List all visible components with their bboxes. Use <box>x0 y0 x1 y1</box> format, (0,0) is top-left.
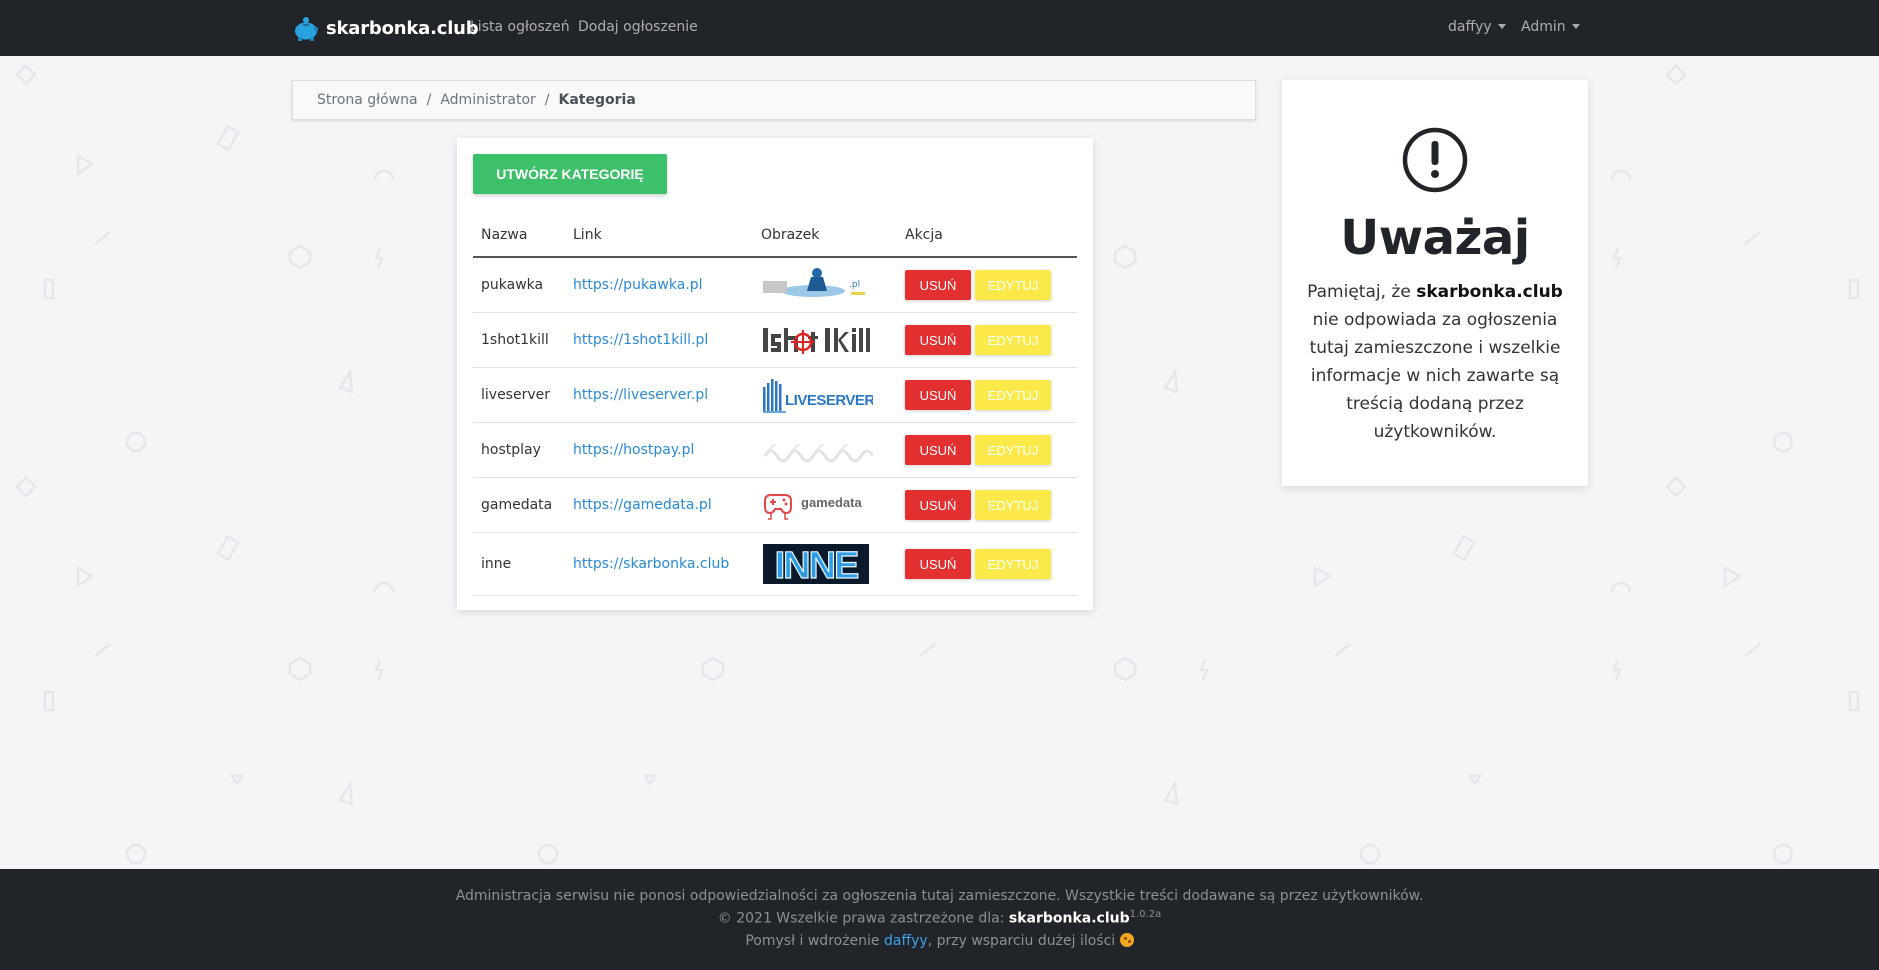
category-name: gamedata <box>473 477 565 533</box>
brand-link[interactable]: skarbonka.club <box>292 14 479 42</box>
category-name: inne <box>473 532 565 596</box>
warning-text: Pamiętaj, że skarbonka.club nie odpowiad… <box>1306 278 1564 446</box>
breadcrumb-separator: / <box>426 92 432 108</box>
warning-text-after: nie odpowiada za ogłoszenia tutaj zamies… <box>1309 310 1561 442</box>
col-name: Nazwa <box>473 214 565 258</box>
gamedata-logo: gamedata <box>764 494 862 520</box>
footer-author-link[interactable]: daffyy <box>884 933 928 949</box>
admin-dropdown[interactable]: Admin <box>1521 19 1580 35</box>
breadcrumb-home[interactable]: Strona główna <box>317 92 418 108</box>
delete-button[interactable]: USUŃ <box>905 435 971 465</box>
cookie-icon <box>1119 933 1134 947</box>
user-name: daffyy <box>1448 19 1492 35</box>
edit-button[interactable]: EDYTUJ <box>975 490 1051 520</box>
col-link: Link <box>565 214 753 258</box>
edit-button[interactable]: EDYTUJ <box>975 380 1051 410</box>
breadcrumb-current: Kategoria <box>558 92 636 108</box>
delete-button[interactable]: USUŃ <box>905 490 971 520</box>
inne-logo: INNE <box>763 544 869 588</box>
footer-credits: Pomysł i wdrożenie daffyy, przy wsparciu… <box>0 933 1879 949</box>
top-navbar: skarbonka.club Lista ogłoszeń Dodaj ogło… <box>0 0 1879 56</box>
delete-button[interactable]: USUŃ <box>905 270 971 300</box>
table-header-row: Nazwa Link Obrazek Akcja <box>473 214 1077 258</box>
breadcrumb: Strona główna / Administrator / Kategori… <box>292 80 1256 120</box>
footer-credits-prefix: Pomysł i wdrożenie <box>745 933 884 949</box>
category-link[interactable]: https://liveserver.pl <box>573 387 708 403</box>
footer-copyright: © 2021 Wszelkie prawa zastrzeżone dla: s… <box>0 909 1879 927</box>
delete-button[interactable]: USUŃ <box>905 549 971 579</box>
edit-button[interactable]: EDYTUJ <box>975 435 1051 465</box>
edit-button[interactable]: EDYTUJ <box>975 270 1051 300</box>
category-link[interactable]: https://gamedata.pl <box>573 497 712 513</box>
svg-text:INNE: INNE <box>775 545 858 587</box>
category-link[interactable]: https://1shot1kill.pl <box>573 332 708 348</box>
nav-add-ad[interactable]: Dodaj ogłoszenie <box>578 19 698 35</box>
footer-brand: skarbonka.club <box>1008 910 1130 927</box>
category-link[interactable]: https://skarbonka.club <box>573 556 729 572</box>
warning-brand: skarbonka.club <box>1416 282 1563 302</box>
category-name: liveserver <box>473 367 565 423</box>
table-row: 1shot1kill https://1shot1kill.pl USUŃ ED… <box>473 312 1077 368</box>
create-category-button[interactable]: UTWÓRZ KATEGORIĘ <box>473 154 667 194</box>
edit-button[interactable]: EDYTUJ <box>975 325 1051 355</box>
brand-name: skarbonka.club <box>326 17 479 39</box>
svg-text:gamedata: gamedata <box>801 495 862 510</box>
category-table: Nazwa Link Obrazek Akcja pukawka https:/… <box>473 214 1077 596</box>
footer-version: 1.0.2a <box>1129 909 1162 920</box>
piggy-bank-icon <box>295 17 319 41</box>
caret-down-icon <box>1497 24 1506 29</box>
category-name: hostplay <box>473 422 565 478</box>
1shot1kill-logo <box>763 328 870 354</box>
table-row: inne https://skarbonka.club INNE USUŃ EDY… <box>473 532 1077 596</box>
col-image: Obrazek <box>753 214 897 258</box>
category-name: pukawka <box>473 257 565 313</box>
liveserver-logo: LIVESERVER <box>763 379 873 413</box>
footer-disclaimer: Administracja serwisu nie ponosi odpowie… <box>455 888 1424 904</box>
delete-button[interactable]: USUŃ <box>905 325 971 355</box>
warning-title: Uważaj <box>1340 210 1530 266</box>
svg-text:LIVESERVER: LIVESERVER <box>785 392 873 409</box>
table-row: hostplay https://hostpay.pl USUŃ EDYTUJ <box>473 422 1077 478</box>
footer: Administracja serwisu nie ponosi odpowie… <box>0 869 1879 970</box>
col-action: Akcja <box>897 214 1077 258</box>
footer-copyright-text: © 2021 Wszelkie prawa zastrzeżone dla: <box>717 910 1009 927</box>
category-card: UTWÓRZ KATEGORIĘ Nazwa Link Obrazek Akcj… <box>457 138 1093 610</box>
category-name: 1shot1kill <box>473 312 565 368</box>
exclamation-circle-icon <box>1402 127 1468 193</box>
nav-ads-list[interactable]: Lista ogłoszeń <box>470 19 570 35</box>
edit-button[interactable]: EDYTUJ <box>975 549 1051 579</box>
footer-credits-suffix: , przy wsparciu dużej ilości <box>927 933 1120 949</box>
table-row: gamedata https://gamedata.pl gamedata US… <box>473 477 1077 533</box>
category-link[interactable]: https://hostpay.pl <box>573 442 694 458</box>
category-link[interactable]: https://pukawka.pl <box>573 277 703 293</box>
table-row: liveserver https://liveserver.pl LIVESER… <box>473 367 1077 423</box>
warning-card: Uważaj Pamiętaj, że skarbonka.club nie o… <box>1282 80 1588 486</box>
svg-text:.pl: .pl <box>849 280 860 290</box>
table-row: pukawka https://pukawka.pl .pl USUŃ EDYTU… <box>473 257 1077 313</box>
hostplay-logo <box>763 443 873 463</box>
caret-down-icon <box>1571 24 1580 29</box>
warning-text-before: Pamiętaj, że <box>1307 282 1417 302</box>
pukawka-logo: .pl <box>763 268 865 297</box>
delete-button[interactable]: USUŃ <box>905 380 971 410</box>
user-dropdown[interactable]: daffyy <box>1448 19 1506 35</box>
breadcrumb-separator: / <box>544 92 550 108</box>
breadcrumb-admin[interactable]: Administrator <box>440 92 535 108</box>
admin-label: Admin <box>1521 19 1566 35</box>
